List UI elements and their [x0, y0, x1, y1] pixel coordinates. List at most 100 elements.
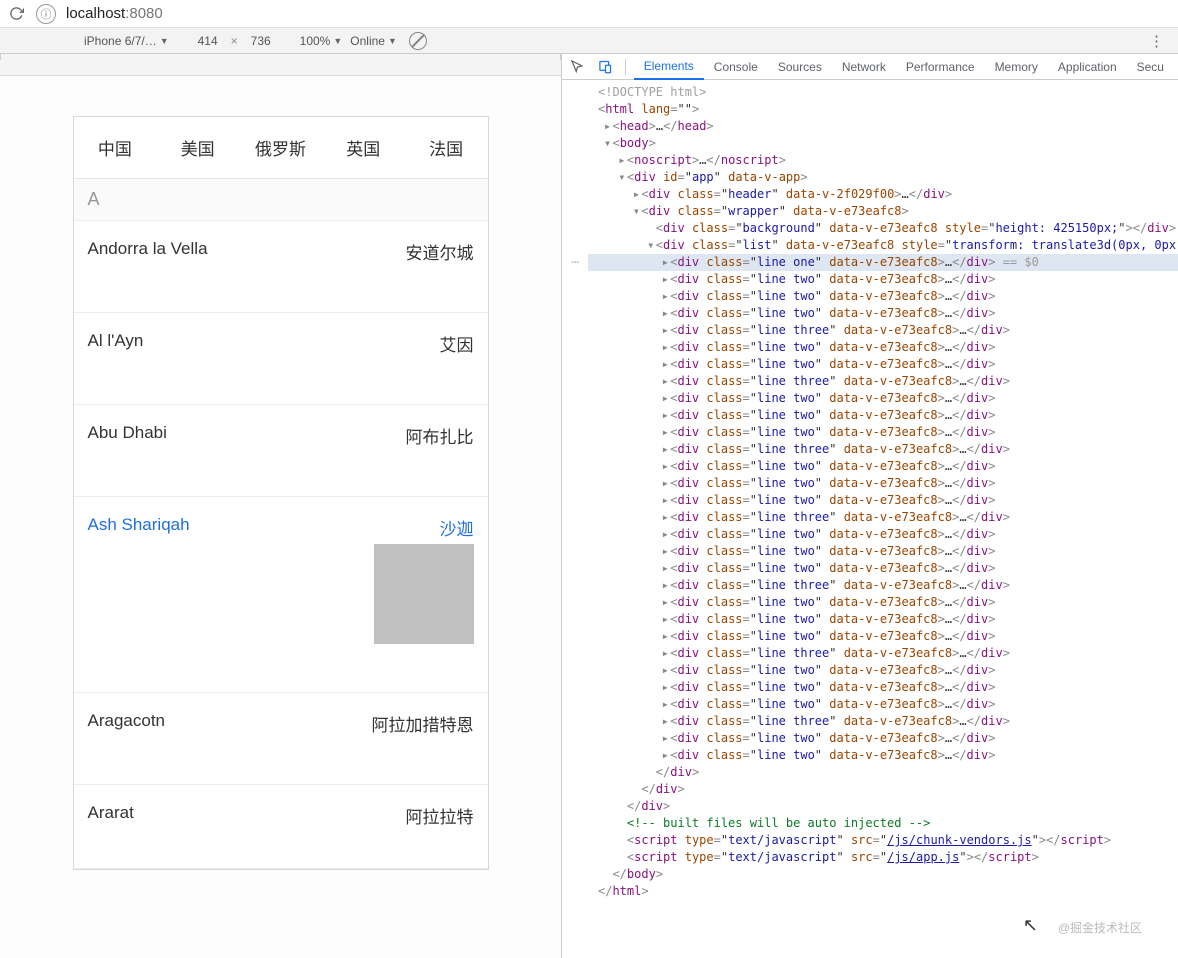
dom-line[interactable]: ▾<div class="list" data-v-e73eafc8 style… [588, 237, 1178, 254]
toggle-device-toolbar-button[interactable] [593, 55, 616, 79]
device-select[interactable]: iPhone 6/7/…▼ [80, 34, 173, 48]
dom-line[interactable]: ▸<div class="line two" data-v-e73eafc8>…… [588, 662, 1178, 679]
device-toolbar: iPhone 6/7/…▼ 414 × 736 100%▼ Online▼ ⋮ [0, 28, 1178, 54]
dom-line[interactable]: ▸<noscript>…</noscript> [588, 152, 1178, 169]
dom-line[interactable]: ▸<div class="line two" data-v-e73eafc8>…… [588, 458, 1178, 475]
city-name-en: Al l'Ayn [88, 331, 144, 351]
dom-line[interactable]: ▸<div class="line two" data-v-e73eafc8>…… [588, 594, 1178, 611]
country-tab-1[interactable]: 美国 [156, 117, 239, 178]
city-name-en: Aragacotn [88, 711, 166, 731]
dom-line[interactable]: ▸<div class="line three" data-v-e73eafc8… [588, 322, 1178, 339]
dom-line[interactable]: ▸<div class="line two" data-v-e73eafc8>…… [588, 679, 1178, 696]
dom-line[interactable]: <script type="text/javascript" src="/js/… [588, 849, 1178, 866]
devtools-tab-application[interactable]: Application [1048, 54, 1127, 80]
city-image-placeholder [374, 544, 474, 644]
city-row[interactable]: Aragacotn 阿拉加措特恩 [74, 693, 488, 785]
inspect-element-button[interactable] [566, 55, 589, 79]
reload-button[interactable] [6, 4, 26, 24]
dom-line[interactable]: ▸<div class="line three" data-v-e73eafc8… [588, 577, 1178, 594]
viewport-ruler [0, 54, 561, 76]
city-name-cn: 阿拉加措特恩 [372, 711, 474, 736]
dom-line[interactable]: ▸<div class="line two" data-v-e73eafc8>…… [588, 543, 1178, 560]
dom-line[interactable]: ▸<div class="line two" data-v-e73eafc8>…… [588, 407, 1178, 424]
dom-line[interactable]: ▸<div class="line three" data-v-e73eafc8… [588, 645, 1178, 662]
dom-line[interactable]: ▸<div class="line two" data-v-e73eafc8>…… [588, 424, 1178, 441]
dom-line[interactable]: ▸<div class="line three" data-v-e73eafc8… [588, 373, 1178, 390]
city-name-en: Ash Shariqah [88, 515, 190, 535]
dom-line[interactable]: ▸<div class="line two" data-v-e73eafc8>…… [588, 475, 1178, 492]
network-select[interactable]: Online▼ [346, 34, 401, 48]
dom-line[interactable]: ▸<div class="line three" data-v-e73eafc8… [588, 441, 1178, 458]
dom-line[interactable]: ▸<div class="line two" data-v-e73eafc8>…… [588, 288, 1178, 305]
dom-line[interactable]: </div> [588, 798, 1178, 815]
dom-line[interactable]: ▸<div class="line two" data-v-e73eafc8>…… [588, 492, 1178, 509]
country-tabs: 中国美国俄罗斯英国法国 [74, 117, 488, 179]
dom-line[interactable]: ▸<div class="line one" data-v-e73eafc8>…… [588, 254, 1178, 271]
dom-line[interactable]: ▸<div class="header" data-v-2f029f00>…</… [588, 186, 1178, 203]
device-viewport: 中国美国俄罗斯英国法国 A Andorra la Vella安道尔城Al l'A… [0, 54, 562, 958]
country-tab-0[interactable]: 中国 [74, 117, 157, 178]
city-row[interactable]: Abu Dhabi 阿布扎比 [74, 405, 488, 497]
devtools-tab-sources[interactable]: Sources [768, 54, 832, 80]
dom-line[interactable]: ▾<div class="wrapper" data-v-e73eafc8> [588, 203, 1178, 220]
section-header: A [74, 179, 488, 221]
dom-line[interactable]: ▾<div id="app" data-v-app> [588, 169, 1178, 186]
dom-tree[interactable]: <!DOCTYPE html> <html lang=""> ▸<head>…<… [588, 84, 1178, 954]
dom-line[interactable]: ▸<div class="line two" data-v-e73eafc8>…… [588, 339, 1178, 356]
dom-line[interactable]: ▸<div class="line two" data-v-e73eafc8>…… [588, 526, 1178, 543]
devtools-tab-memory[interactable]: Memory [985, 54, 1048, 80]
city-row[interactable]: Ash Shariqah 沙迦 [74, 497, 488, 693]
url-text[interactable]: localhost:8080 [66, 5, 163, 22]
dom-line[interactable]: ▸<div class="line two" data-v-e73eafc8>…… [588, 356, 1178, 373]
city-name-en: Abu Dhabi [88, 423, 167, 443]
dom-line[interactable]: ▾<body> [588, 135, 1178, 152]
devtools-tab-network[interactable]: Network [832, 54, 896, 80]
dom-line[interactable]: ▸<div class="line two" data-v-e73eafc8>…… [588, 747, 1178, 764]
site-info-icon[interactable]: ⓘ [36, 4, 56, 24]
city-name-cn: 阿布扎比 [406, 423, 474, 448]
dom-line[interactable]: ▸<head>…</head> [588, 118, 1178, 135]
dom-line[interactable]: <div class="background" data-v-e73eafc8 … [588, 220, 1178, 237]
zoom-select[interactable]: 100%▼ [296, 34, 347, 48]
orientation-icon[interactable] [409, 32, 427, 50]
dom-line[interactable]: ▸<div class="line two" data-v-e73eafc8>…… [588, 560, 1178, 577]
country-tab-2[interactable]: 俄罗斯 [239, 117, 322, 178]
viewport-dimensions: 414 × 736 [191, 34, 278, 48]
city-row[interactable]: Ararat 阿拉拉特 [74, 785, 488, 869]
country-tab-3[interactable]: 英国 [322, 117, 405, 178]
city-name-en: Ararat [88, 803, 134, 823]
viewport-width[interactable]: 414 [191, 34, 225, 48]
city-name-cn: 艾因 [440, 331, 474, 356]
dom-line[interactable]: ▸<div class="line two" data-v-e73eafc8>…… [588, 271, 1178, 288]
dom-line[interactable]: ▸<div class="line two" data-v-e73eafc8>…… [588, 730, 1178, 747]
devtools-tab-elements[interactable]: Elements [634, 54, 704, 80]
devtools-tab-performance[interactable]: Performance [896, 54, 985, 80]
dom-line[interactable]: ▸<div class="line two" data-v-e73eafc8>…… [588, 696, 1178, 713]
dom-line[interactable]: <script type="text/javascript" src="/js/… [588, 832, 1178, 849]
dom-line[interactable]: ▸<div class="line three" data-v-e73eafc8… [588, 713, 1178, 730]
country-tab-4[interactable]: 法国 [405, 117, 488, 178]
dom-line[interactable]: ▸<div class="line three" data-v-e73eafc8… [588, 509, 1178, 526]
dom-line[interactable]: </body> [588, 866, 1178, 883]
watermark-text: @掘金技术社区 [1058, 919, 1142, 936]
city-name-cn: 阿拉拉特 [406, 803, 474, 828]
dom-line[interactable]: <!DOCTYPE html> [588, 84, 1178, 101]
dom-line[interactable]: <!-- built files will be auto injected -… [588, 815, 1178, 832]
dom-line[interactable]: </div> [588, 781, 1178, 798]
dom-line[interactable]: ▸<div class="line two" data-v-e73eafc8>…… [588, 611, 1178, 628]
dom-line[interactable]: ▸<div class="line two" data-v-e73eafc8>…… [588, 305, 1178, 322]
dom-line[interactable]: ▸<div class="line two" data-v-e73eafc8>…… [588, 390, 1178, 407]
dom-line[interactable]: </html> [588, 883, 1178, 900]
devtools-tab-secu[interactable]: Secu [1127, 54, 1174, 80]
dom-line[interactable]: ▸<div class="line two" data-v-e73eafc8>…… [588, 628, 1178, 645]
dom-line[interactable]: <html lang=""> [588, 101, 1178, 118]
more-options-button[interactable]: ⋮ [1135, 32, 1178, 50]
dom-line[interactable]: </div> [588, 764, 1178, 781]
devtools-tab-console[interactable]: Console [704, 54, 768, 80]
viewport-height[interactable]: 736 [244, 34, 278, 48]
devtools-tabbar: ElementsConsoleSourcesNetworkPerformance… [562, 54, 1178, 80]
city-row[interactable]: Andorra la Vella安道尔城 [74, 221, 488, 313]
city-name-cn: 沙迦 [374, 515, 474, 540]
device-screen[interactable]: 中国美国俄罗斯英国法国 A Andorra la Vella安道尔城Al l'A… [73, 116, 489, 870]
city-row[interactable]: Al l'Ayn 艾因 [74, 313, 488, 405]
